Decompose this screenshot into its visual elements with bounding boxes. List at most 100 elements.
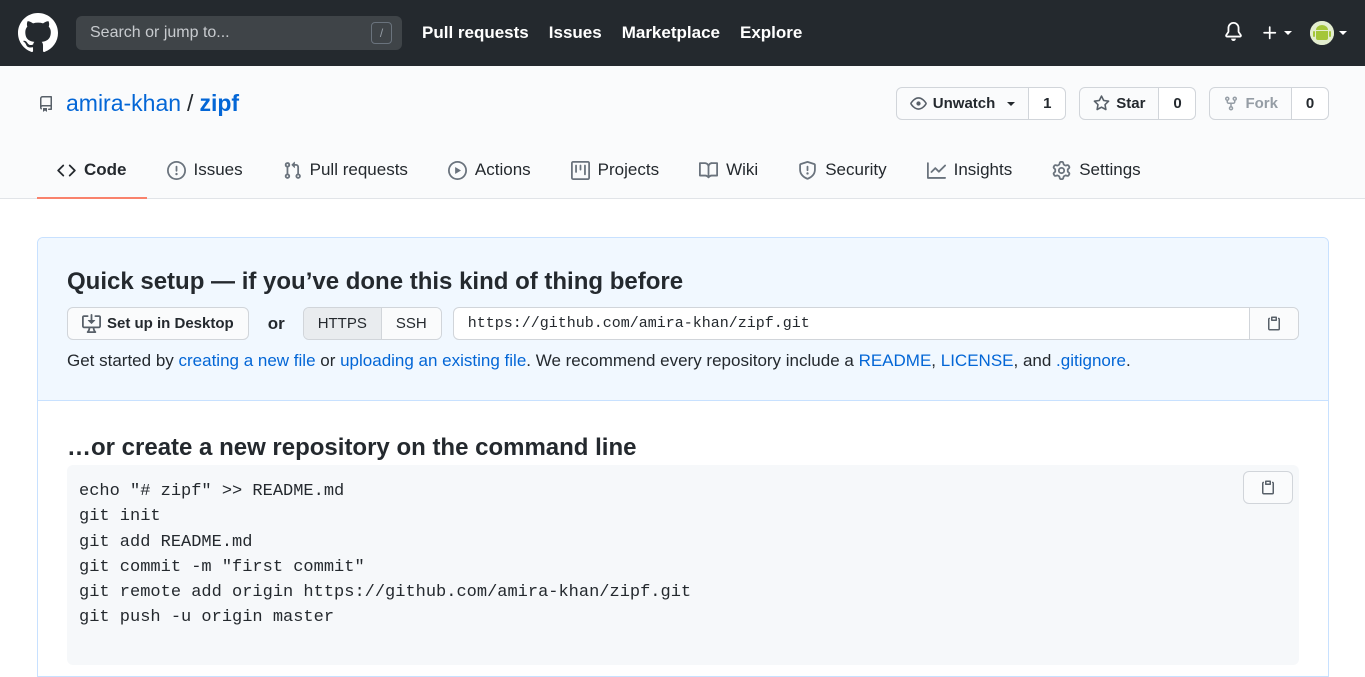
tab-label: Pull requests: [309, 160, 408, 179]
pull-request-icon: [284, 161, 301, 179]
protocol-switch: HTTPS SSH: [302, 307, 442, 340]
watchers-count[interactable]: 1: [1029, 88, 1066, 119]
tab-projects[interactable]: Projects: [551, 143, 679, 199]
tab-label: Insights: [953, 160, 1013, 179]
gitignore-link[interactable]: .gitignore: [1056, 351, 1126, 370]
tab-label: Actions: [474, 160, 531, 179]
github-logo-icon[interactable]: [18, 13, 58, 53]
text-segment: .: [1125, 351, 1131, 370]
license-link[interactable]: LICENSE: [941, 351, 1014, 370]
create-new-menu[interactable]: [1261, 24, 1292, 42]
https-toggle[interactable]: HTTPS: [303, 308, 382, 339]
chevron-down-icon: [1284, 31, 1292, 35]
star-button[interactable]: Star: [1080, 88, 1160, 119]
get-started-text: Get started by creating a new file or up…: [67, 351, 1299, 371]
tab-pull-requests[interactable]: Pull requests: [263, 143, 428, 199]
tab-wiki[interactable]: Wiki: [679, 143, 778, 199]
user-menu[interactable]: [1310, 21, 1347, 45]
clipboard-icon: [1268, 316, 1280, 331]
tab-issues[interactable]: Issues: [147, 143, 263, 199]
tab-label: Security: [825, 160, 887, 179]
tab-label: Projects: [597, 160, 660, 179]
global-header: / Pull requests Issues Marketplace Explo…: [0, 0, 1365, 66]
tab-security[interactable]: Security: [778, 143, 906, 199]
stars-count[interactable]: 0: [1159, 88, 1196, 119]
fork-button[interactable]: Fork: [1210, 88, 1292, 119]
unwatch-label: Unwatch: [932, 95, 996, 112]
tab-label: Code: [84, 160, 127, 179]
clone-url-input[interactable]: [453, 308, 1249, 339]
nav-issues[interactable]: Issues: [549, 23, 602, 43]
global-nav: Pull requests Issues Marketplace Explore: [422, 23, 802, 43]
issue-icon: [166, 160, 186, 180]
path-separator: /: [187, 90, 194, 116]
shield-icon: [799, 160, 817, 180]
tab-settings[interactable]: Settings: [1032, 143, 1160, 199]
or-label: or: [267, 313, 285, 333]
command-line-section: …or create a new repository on the comma…: [38, 401, 1328, 665]
bell-icon[interactable]: [1224, 21, 1243, 45]
text-segment: or: [315, 351, 341, 370]
upload-file-link[interactable]: uploading an existing file: [340, 351, 526, 370]
text-segment: , and: [1013, 351, 1057, 370]
code-icon: [57, 164, 76, 176]
nav-marketplace[interactable]: Marketplace: [622, 23, 720, 43]
eye-icon: [909, 97, 927, 110]
repo-header: amira-khan / zipf Unwatch 1 Star 0 Fork: [0, 66, 1365, 199]
repo-icon: [38, 95, 54, 113]
nav-pull-requests[interactable]: Pull requests: [422, 23, 529, 43]
quick-setup-title: Quick setup — if you’ve done this kind o…: [67, 268, 684, 295]
gear-icon: [1052, 160, 1071, 180]
fork-button-group: Fork 0: [1209, 87, 1329, 120]
header-actions: [1224, 0, 1347, 66]
clone-row: Set up in Desktop or HTTPS SSH: [67, 307, 1299, 340]
fork-icon: [1225, 96, 1238, 111]
repo-tabs: Code Issues Pull requests Actions Projec…: [37, 143, 1161, 199]
text-segment: ,: [931, 351, 941, 370]
nav-explore[interactable]: Explore: [740, 23, 802, 43]
search-box[interactable]: /: [76, 16, 402, 50]
readme-link[interactable]: README: [859, 351, 932, 370]
repo-actions: Unwatch 1 Star 0 Fork 0: [895, 87, 1329, 120]
avatar: [1310, 21, 1334, 45]
repo-title: amira-khan / zipf: [38, 90, 239, 117]
command-code: echo "# zipf" >> README.md git init git …: [79, 482, 692, 628]
setup-in-desktop-button[interactable]: Set up in Desktop: [67, 307, 249, 340]
tab-label: Wiki: [726, 160, 759, 179]
command-block: echo "# zipf" >> README.md git init git …: [67, 465, 1299, 665]
star-icon: [1093, 95, 1110, 111]
text-segment: Get started by: [67, 351, 179, 370]
copy-commands-button[interactable]: [1243, 471, 1293, 504]
tab-actions[interactable]: Actions: [428, 143, 551, 199]
repo-owner-link[interactable]: amira-khan: [66, 90, 181, 117]
star-button-group: Star 0: [1079, 87, 1197, 120]
plus-icon: [1263, 26, 1277, 40]
tab-label: Settings: [1079, 160, 1141, 179]
search-input[interactable]: [90, 24, 371, 42]
tab-insights[interactable]: Insights: [907, 143, 1033, 199]
quick-setup-header: Quick setup — if you’ve done this kind o…: [38, 238, 1328, 401]
quick-setup-panel: Quick setup — if you’ve done this kind o…: [37, 237, 1329, 677]
create-new-file-link[interactable]: creating a new file: [179, 351, 316, 370]
graph-icon: [926, 161, 946, 179]
clone-url-box: [452, 307, 1299, 340]
unwatch-button[interactable]: Unwatch: [897, 88, 1030, 119]
clipboard-icon: [1262, 480, 1274, 495]
desktop-download-icon: [82, 314, 101, 333]
fork-label: Fork: [1245, 95, 1278, 112]
tab-label: Issues: [193, 160, 243, 179]
copy-url-button[interactable]: [1249, 308, 1298, 339]
repo-name-link[interactable]: zipf: [199, 90, 239, 117]
ssh-toggle[interactable]: SSH: [381, 308, 441, 339]
chevron-down-icon: [1339, 31, 1347, 35]
watch-button-group: Unwatch 1: [895, 87, 1067, 120]
text-segment: . We recommend every repository include …: [526, 351, 859, 370]
tab-code[interactable]: Code: [37, 143, 147, 199]
book-icon: [699, 161, 719, 178]
chevron-down-icon: [1007, 101, 1016, 106]
project-icon: [570, 160, 590, 180]
search-shortcut-key: /: [371, 22, 392, 44]
setup-in-desktop-label: Set up in Desktop: [107, 315, 234, 332]
command-line-title: …or create a new repository on the comma…: [67, 434, 637, 461]
forks-count[interactable]: 0: [1292, 88, 1328, 119]
